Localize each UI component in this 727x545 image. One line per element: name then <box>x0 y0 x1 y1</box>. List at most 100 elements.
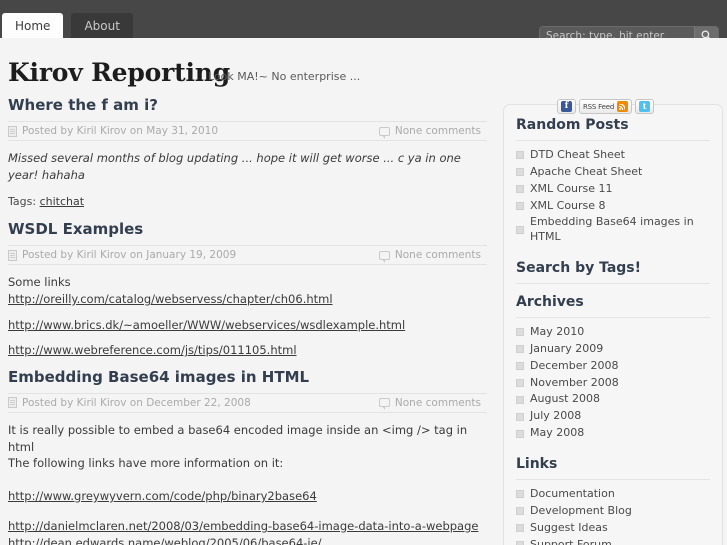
post-body-line-2: The following links have more informatio… <box>8 456 284 471</box>
post-title[interactable]: Where the f am i? <box>8 96 487 114</box>
list-item-label: December 2008 <box>530 358 619 372</box>
list-item-label: XML Course 8 <box>530 198 606 212</box>
list-item-label: Embedding Base64 images in HTML <box>530 215 694 244</box>
list-item[interactable]: Documentation <box>516 486 710 503</box>
list-bullet-icon <box>516 151 524 160</box>
list-item-label: XML Course 11 <box>530 181 613 195</box>
post-meta-author: Posted by Kiril Kirov on May 31, 2010 <box>8 125 218 137</box>
list-bullet-icon <box>516 328 524 337</box>
post-item: WSDL Examples Posted by Kiril Kirov on J… <box>8 220 487 359</box>
post-meta: Posted by Kiril Kirov on December 22, 20… <box>8 392 487 413</box>
list-bullet-icon <box>516 168 524 177</box>
post-link[interactable]: http://www.greywyvern.com/code/php/binar… <box>8 489 317 503</box>
tab-home[interactable]: Home <box>2 13 64 38</box>
widget-title: Archives <box>516 294 710 319</box>
list-bullet-icon <box>516 226 524 235</box>
document-icon <box>8 125 17 137</box>
list-item-label: Suggest Ideas <box>530 520 608 534</box>
facebook-icon: f <box>561 101 572 112</box>
widget-links: Links Documentation Development Blog Sug… <box>516 456 710 545</box>
list-bullet-icon <box>516 540 524 545</box>
post-body: Missed several months of blog updating .… <box>8 141 487 210</box>
list-item-label: August 2008 <box>530 392 600 406</box>
post-meta-comments[interactable]: None comments <box>378 125 487 139</box>
list-item[interactable]: XML Course 8 <box>516 198 710 215</box>
twitter-icon: t <box>639 101 651 112</box>
widget-random-posts: Random Posts DTD Cheat Sheet Apache Chea… <box>516 117 710 246</box>
page-root: Home About Kirov Reporting Look MA!~ No … <box>0 0 727 545</box>
list-bullet-icon <box>516 524 524 533</box>
widget-archives: Archives May 2010 January 2009 December … <box>516 294 710 442</box>
post-link[interactable]: http://www.webreference.com/js/tips/0111… <box>8 343 297 357</box>
widget-title: Links <box>516 456 710 480</box>
facebook-button[interactable]: f <box>557 99 576 114</box>
comment-bubble-icon <box>378 398 390 411</box>
list-item[interactable]: Support Forum <box>516 537 710 545</box>
post-tags: Tags: chitchat <box>8 192 487 210</box>
widget-list: DTD Cheat Sheet Apache Cheat Sheet XML C… <box>516 147 710 246</box>
post-title[interactable]: WSDL Examples <box>8 220 487 238</box>
list-item[interactable]: Apache Cheat Sheet <box>516 164 710 181</box>
post-meta-comments[interactable]: None comments <box>378 397 487 411</box>
tab-about[interactable]: About <box>71 13 133 38</box>
list-item-label: DTD Cheat Sheet <box>530 148 625 161</box>
list-item[interactable]: December 2008 <box>516 358 710 375</box>
nav-tabs: Home About <box>2 13 133 38</box>
site-tagline: Look MA!~ No enterprise ... <box>208 70 361 83</box>
widget-search-by-tags: Search by Tags! <box>516 260 710 285</box>
widget-list: May 2010 January 2009 December 2008 Nove… <box>516 324 710 442</box>
post-comments-text: None comments <box>394 125 481 137</box>
document-icon <box>8 397 17 409</box>
post-meta: Posted by Kiril Kirov on January 19, 200… <box>8 245 487 266</box>
post-link[interactable]: http://oreilly.com/catalog/webservess/ch… <box>8 292 333 306</box>
list-item[interactable]: Embedding Base64 images in HTML <box>516 214 710 246</box>
list-bullet-icon <box>516 490 524 499</box>
post-meta-author: Posted by Kiril Kirov on January 19, 200… <box>8 249 236 261</box>
list-item-label: May 2010 <box>530 325 585 339</box>
list-item[interactable]: November 2008 <box>516 375 710 392</box>
list-item-label: Documentation <box>530 486 615 500</box>
post-body: Some links http://oreilly.com/catalog/we… <box>8 265 487 359</box>
list-item-label: Development Blog <box>530 503 632 517</box>
post-link[interactable]: http://dean.edwards.name/weblog/2005/06/… <box>8 536 322 545</box>
post-intro-text: Some links <box>8 275 71 290</box>
sidebar: Random Posts DTD Cheat Sheet Apache Chea… <box>503 104 723 545</box>
site-title[interactable]: Kirov Reporting <box>8 60 230 85</box>
list-item[interactable]: May 2008 <box>516 425 710 442</box>
twitter-button[interactable]: t <box>635 99 655 114</box>
widget-list: Documentation Development Blog Suggest I… <box>516 486 710 545</box>
list-item[interactable]: August 2008 <box>516 391 710 408</box>
widget-title: Search by Tags! <box>516 260 710 285</box>
post-list: Where the f am i? Posted by Kiril Kirov … <box>0 96 495 545</box>
rss-feed-button[interactable]: RSS Feed <box>579 99 633 114</box>
post-author-text: Posted by Kiril Kirov on January 19, 200… <box>22 249 237 262</box>
post-meta-comments[interactable]: None comments <box>378 249 487 263</box>
list-item[interactable]: July 2008 <box>516 408 710 425</box>
list-item[interactable]: DTD Cheat Sheet <box>516 147 710 164</box>
list-item-label: January 2009 <box>530 341 604 355</box>
post-author-text: Posted by Kiril Kirov on December 22, 20… <box>22 396 251 409</box>
post-link[interactable]: http://www.brics.dk/~amoeller/WWW/webser… <box>8 318 405 332</box>
social-links: f RSS Feed t <box>557 99 655 114</box>
list-item[interactable]: Development Blog <box>516 503 710 520</box>
rss-icon <box>617 101 629 112</box>
post-body-line-1: It is really possible to embed a base64 … <box>8 422 468 454</box>
list-bullet-icon <box>516 379 524 388</box>
list-bullet-icon <box>516 395 524 404</box>
comment-bubble-icon <box>378 126 390 139</box>
list-bullet-icon <box>516 201 524 210</box>
comment-bubble-icon <box>378 250 390 263</box>
list-item[interactable]: May 2010 <box>516 324 710 341</box>
list-item[interactable]: January 2009 <box>516 341 710 358</box>
tag-link[interactable]: chitchat <box>40 195 84 208</box>
post-link[interactable]: http://danielmclaren.net/2008/03/embeddi… <box>8 519 478 533</box>
list-bullet-icon <box>516 362 524 371</box>
document-icon <box>8 249 17 261</box>
post-title[interactable]: Embedding Base64 images in HTML <box>8 368 487 386</box>
list-item[interactable]: Suggest Ideas <box>516 520 710 537</box>
list-bullet-icon <box>516 429 524 438</box>
post-author-text: Posted by Kiril Kirov on May 31, 2010 <box>22 125 219 137</box>
list-item-label: Support Forum <box>530 537 612 545</box>
list-item[interactable]: XML Course 11 <box>516 181 710 198</box>
